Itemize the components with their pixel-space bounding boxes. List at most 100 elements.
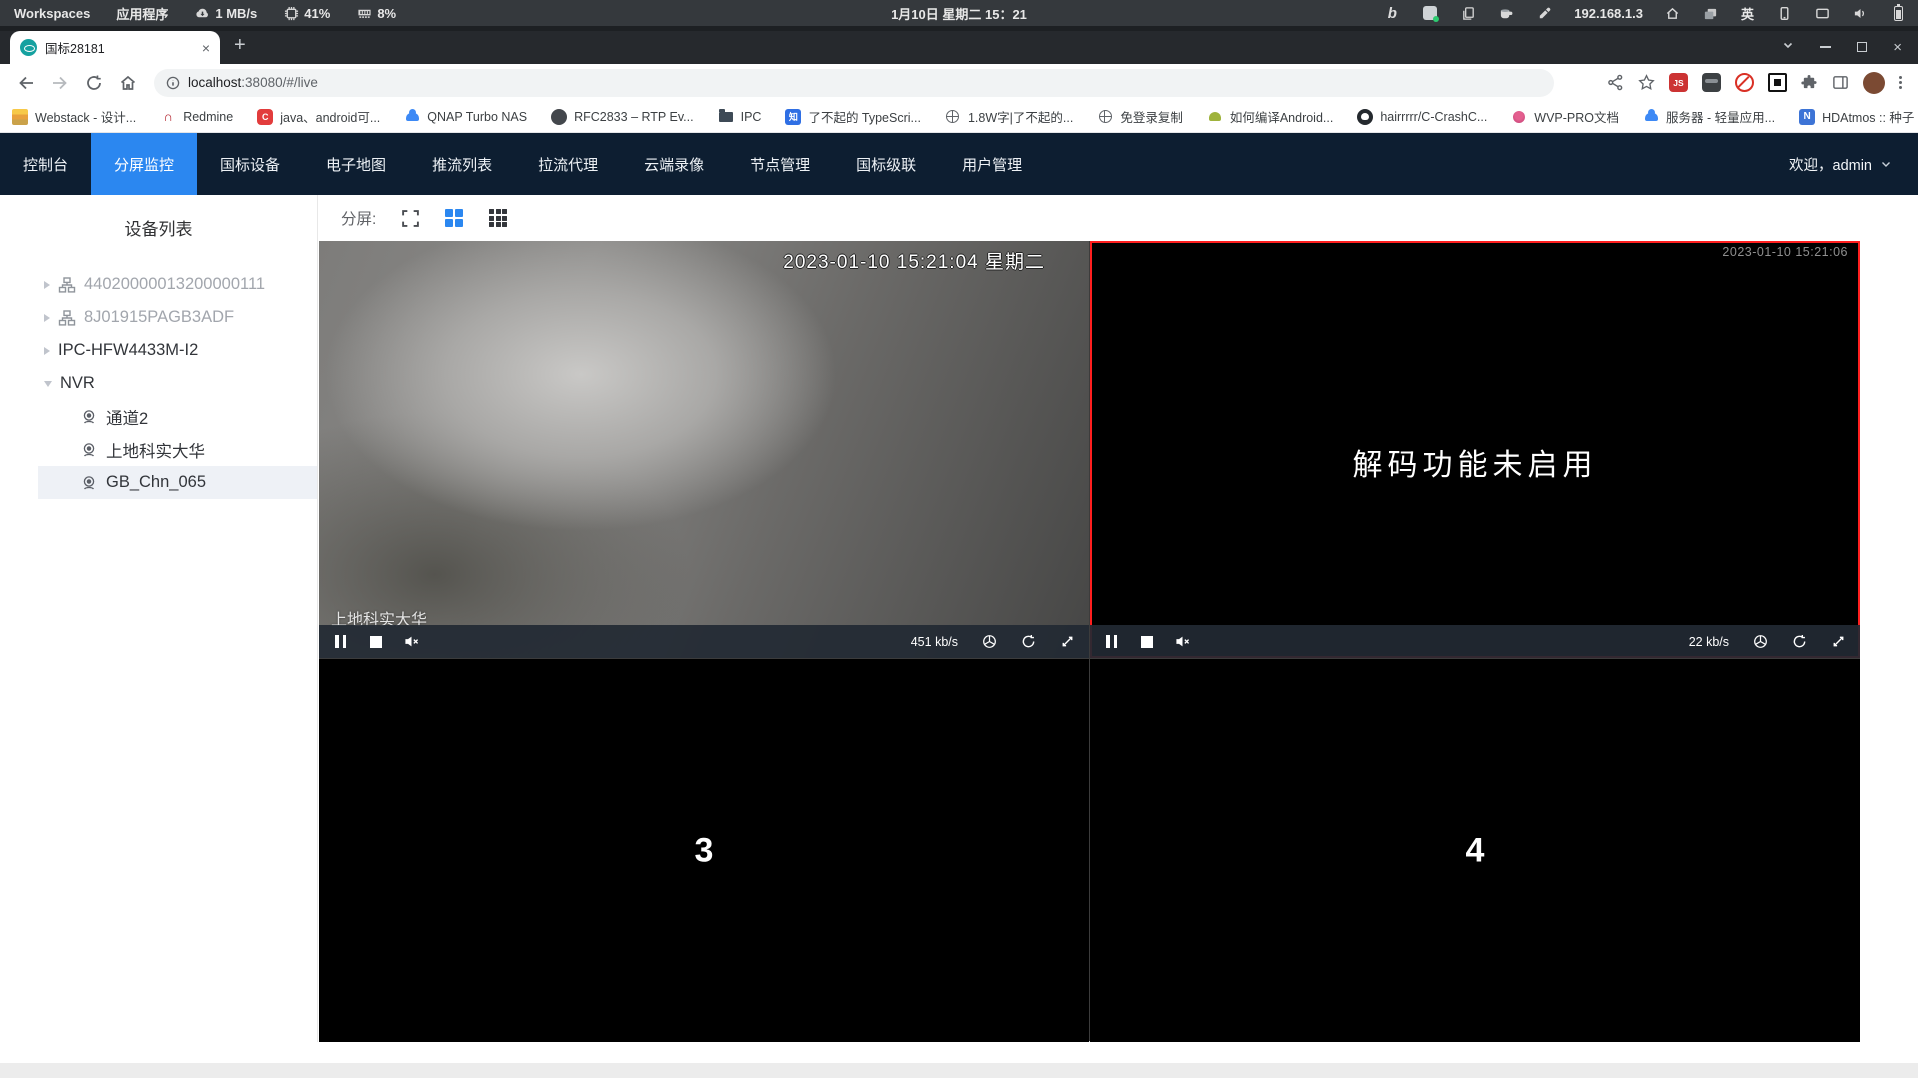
cpu-indicator[interactable]: 41% <box>283 5 330 21</box>
bookmark-cloud-server[interactable]: 服务器 - 轻量应用... <box>1643 107 1775 126</box>
workspaces-button[interactable]: Workspaces <box>14 6 90 21</box>
fullscreen-icon[interactable] <box>400 208 420 228</box>
home-tray-icon[interactable] <box>1665 5 1681 21</box>
snapshot-shutter-icon[interactable] <box>982 634 997 649</box>
bookmark-webstack[interactable]: Webstack - 设计... <box>12 107 136 126</box>
bookmark-copy-tool[interactable]: 免登录复制 <box>1097 107 1183 126</box>
pause-button[interactable] <box>333 635 348 648</box>
user-menu[interactable]: 欢迎，admin <box>1763 133 1918 195</box>
bookmark-qnap[interactable]: QNAP Turbo NAS <box>404 108 527 125</box>
caret-right-icon[interactable] <box>44 280 50 289</box>
nav-item-pull-proxy[interactable]: 拉流代理 <box>515 133 621 195</box>
github-icon <box>1357 108 1374 125</box>
stop-button[interactable] <box>1141 635 1153 648</box>
nav-item-gb-cascade[interactable]: 国标级联 <box>833 133 939 195</box>
js-switcher-extension-icon[interactable]: JS <box>1669 73 1688 92</box>
bookmark-typescript-article[interactable]: 1.8W字|了不起的... <box>944 107 1073 126</box>
nav-item-e-map[interactable]: 电子地图 <box>303 133 409 195</box>
nav-item-user-manage[interactable]: 用户管理 <box>939 133 1045 195</box>
stop-button[interactable] <box>370 635 382 648</box>
tree-node-gb-device[interactable]: 44020000013200000111 <box>38 268 317 301</box>
adblock-extension-icon[interactable] <box>1735 73 1754 92</box>
snapshot-shutter-icon[interactable] <box>1753 634 1768 649</box>
applications-menu[interactable]: 应用程序 <box>116 4 168 23</box>
bookmark-star-icon[interactable] <box>1638 74 1655 91</box>
memory-indicator[interactable]: 8% <box>356 5 396 21</box>
expand-icon[interactable] <box>1831 634 1846 649</box>
tree-node-nvr[interactable]: NVR <box>38 367 317 400</box>
input-method-indicator[interactable]: 英 <box>1741 4 1754 23</box>
tree-node-channel-gb065[interactable]: GB_Chn_065 <box>38 466 317 499</box>
network-speed-indicator[interactable]: 1 MB/s <box>194 5 257 21</box>
bookmark-redmine[interactable]: ∩ Redmine <box>160 108 233 125</box>
volume-muted-icon[interactable] <box>1175 634 1190 649</box>
tab-search-chevron-icon[interactable] <box>1782 38 1794 56</box>
bookmark-wvp-docs[interactable]: WVP-PRO文档 <box>1511 107 1619 126</box>
caret-down-icon[interactable] <box>44 380 52 387</box>
refresh-icon[interactable] <box>1792 634 1807 649</box>
notes-app-tray-icon[interactable] <box>1422 5 1440 22</box>
bing-tray-icon[interactable]: b <box>1384 5 1400 22</box>
phone-link-tray-icon[interactable] <box>1776 5 1792 21</box>
bookmark-csdn[interactable]: Cjava、android可... <box>257 107 380 126</box>
bookmark-hdatmos[interactable]: NHDAtmos :: 种子 *... <box>1799 107 1918 126</box>
nav-item-node-manage[interactable]: 节点管理 <box>727 133 833 195</box>
extensions-puzzle-icon[interactable] <box>1801 74 1818 91</box>
window-switcher-tray-icon[interactable] <box>1703 5 1719 21</box>
grid-2x2-icon[interactable] <box>444 208 464 228</box>
nav-item-push-list[interactable]: 推流列表 <box>409 133 515 195</box>
profile-avatar[interactable] <box>1863 71 1885 94</box>
ip-address-indicator[interactable]: 192.168.1.3 <box>1574 6 1643 21</box>
address-bar[interactable]: localhost:38080/#/live <box>154 68 1554 97</box>
screenshot-extension-icon[interactable] <box>1768 73 1787 92</box>
nav-item-console[interactable]: 控制台 <box>0 133 91 195</box>
nav-item-split-monitor[interactable]: 分屏监控 <box>91 133 198 195</box>
video-cell-4[interactable]: 4 <box>1090 659 1860 1042</box>
video-cell-2[interactable]: 2023-01-10 15:21:06 解码功能未启用 22 kb/s <box>1090 241 1860 658</box>
tab-close-icon[interactable]: × <box>202 41 210 55</box>
caffeine-tray-icon[interactable] <box>1498 5 1514 21</box>
tree-node-device-2[interactable]: 8J01915PAGB3ADF <box>38 301 317 334</box>
browser-home-button[interactable] <box>114 69 142 97</box>
pause-button[interactable] <box>1104 635 1119 648</box>
reload-button[interactable] <box>80 69 108 97</box>
volume-tray-icon[interactable] <box>1852 5 1868 21</box>
bookmark-ipc-folder[interactable]: IPC <box>717 108 761 125</box>
video-cell-1[interactable]: 2023-01-10 15:21:04 星期二 上地科实大华 451 kb/s <box>319 241 1089 658</box>
side-panel-icon[interactable] <box>1832 74 1849 91</box>
bookmark-android-build[interactable]: 如何编译Android... <box>1206 107 1333 126</box>
grid-3x3-icon[interactable] <box>488 208 508 228</box>
browser-menu-icon[interactable] <box>1899 76 1902 89</box>
nav-item-gb-devices[interactable]: 国标设备 <box>197 133 303 195</box>
screen-tray-icon[interactable] <box>1814 5 1830 21</box>
caret-right-icon[interactable] <box>44 346 50 355</box>
clipboard-tray-icon[interactable] <box>1460 5 1476 21</box>
network-device-icon <box>58 276 76 294</box>
video-cell-3[interactable]: 3 <box>319 659 1089 1042</box>
bookmark-zhihu[interactable]: 知了不起的 TypeScri... <box>785 107 921 126</box>
battery-icon[interactable] <box>1890 3 1906 21</box>
volume-muted-icon[interactable] <box>404 634 419 649</box>
bookmark-rfc2833[interactable]: RFC2833 – RTP Ev... <box>551 108 694 125</box>
cloud-download-icon <box>194 5 210 21</box>
back-button[interactable] <box>12 69 40 97</box>
caret-right-icon[interactable] <box>44 313 50 322</box>
tree-node-channel-2[interactable]: 通道2 <box>38 400 317 433</box>
nav-item-cloud-record[interactable]: 云端录像 <box>621 133 727 195</box>
browser-tab[interactable]: 国标28181 × <box>10 31 220 64</box>
tree-node-ipc[interactable]: IPC-HFW4433M-I2 <box>38 334 317 367</box>
tree-node-channel-dahua[interactable]: 上地科实大华 <box>38 433 317 466</box>
forward-button[interactable] <box>46 69 74 97</box>
expand-icon[interactable] <box>1060 634 1075 649</box>
window-close-button[interactable]: × <box>1893 40 1902 55</box>
new-tab-button[interactable]: + <box>234 34 246 57</box>
minimize-button[interactable] <box>1820 46 1832 48</box>
browser-toolbar: localhost:38080/#/live JS <box>0 64 1918 101</box>
color-picker-tray-icon[interactable] <box>1536 5 1552 21</box>
bookmark-github-crash[interactable]: hairrrrr/C-CrashC... <box>1357 108 1487 125</box>
maximize-button[interactable] <box>1857 42 1868 52</box>
share-icon[interactable] <box>1607 74 1624 91</box>
refresh-icon[interactable] <box>1021 634 1036 649</box>
mask-extension-icon[interactable] <box>1702 73 1721 92</box>
site-info-icon[interactable] <box>166 76 180 90</box>
